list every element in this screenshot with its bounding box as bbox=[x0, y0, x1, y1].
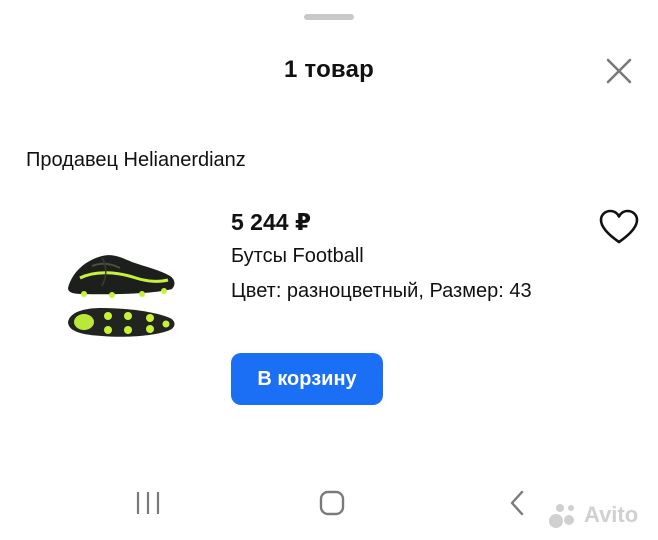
close-button[interactable] bbox=[600, 52, 638, 90]
recent-apps-icon bbox=[136, 492, 160, 514]
item-price: 5 244 ₽ bbox=[231, 209, 311, 235]
home-button[interactable] bbox=[318, 490, 346, 516]
item-attributes: Цвет: разноцветный, Размер: 43 bbox=[231, 280, 532, 302]
back-icon bbox=[510, 490, 524, 516]
watermark-text: Avito bbox=[584, 502, 639, 527]
favorite-button[interactable] bbox=[598, 208, 640, 246]
seller-label[interactable]: Продавец Helianerdianz bbox=[26, 149, 246, 172]
home-icon bbox=[319, 490, 345, 516]
back-button[interactable] bbox=[506, 488, 528, 518]
avito-watermark: Avito bbox=[548, 500, 638, 530]
add-to-cart-button[interactable]: В корзину bbox=[231, 353, 383, 405]
close-icon bbox=[606, 58, 632, 84]
sheet-grabber-handle[interactable] bbox=[304, 14, 354, 20]
product-image[interactable] bbox=[62, 232, 180, 342]
recent-apps-button[interactable] bbox=[134, 490, 162, 516]
heart-outline-icon bbox=[599, 209, 639, 244]
football-boots-image bbox=[68, 255, 175, 337]
sheet-title: 1 товар bbox=[284, 56, 374, 83]
avito-logo-icon bbox=[549, 504, 574, 528]
item-name[interactable]: Бутсы Football bbox=[231, 245, 364, 268]
